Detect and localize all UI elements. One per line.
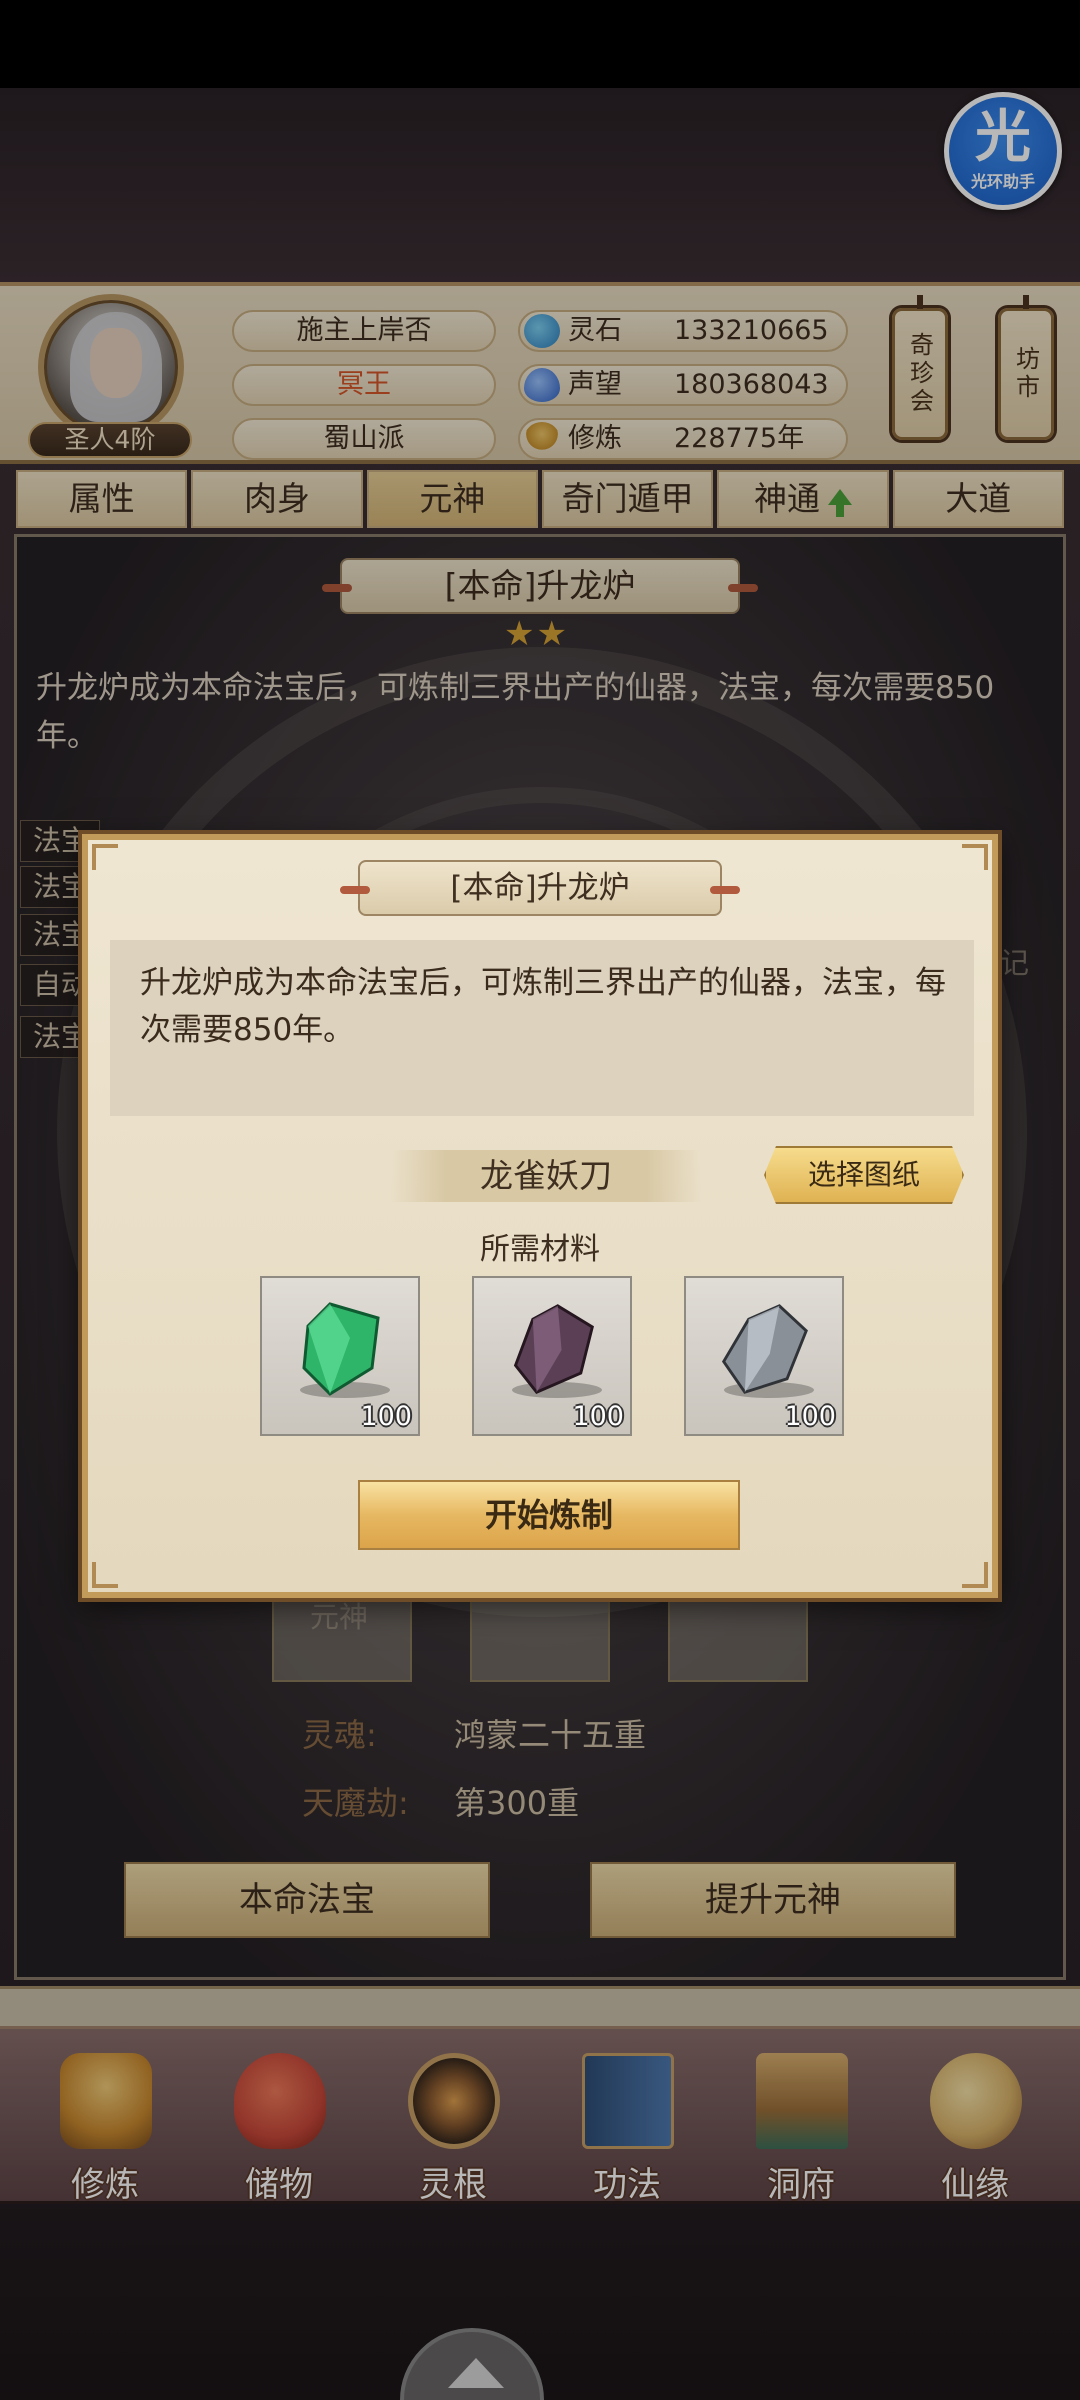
material-slot[interactable]: 100 <box>684 1276 844 1436</box>
green-crystal-icon <box>302 1302 380 1396</box>
purple-crystal-icon <box>513 1304 594 1395</box>
material-count: 100 <box>784 1401 836 1432</box>
start-crafting-button[interactable]: 开始炼制 <box>358 1480 740 1550</box>
material-count: 100 <box>360 1401 412 1432</box>
game-screen: 光 光环助手 圣人4阶 施主上岸否 冥王 蜀山派 灵石 133210665 声望… <box>0 0 1080 2400</box>
select-blueprint-button[interactable]: 选择图纸 <box>764 1146 964 1204</box>
crafting-dialog: [本命]升龙炉 升龙炉成为本命法宝后，可炼制三界出产的仙器，法宝，每次需要850… <box>82 834 998 1598</box>
materials-title: 所需材料 <box>480 1232 600 1267</box>
material-slot[interactable]: 100 <box>472 1276 632 1436</box>
dialog-description: 升龙炉成为本命法宝后，可炼制三界出产的仙器，法宝，每次需要850年。 <box>140 965 946 1048</box>
dialog-title: [本命]升龙炉 <box>340 860 740 916</box>
material-slot[interactable]: 100 <box>260 1276 420 1436</box>
selected-blueprint: 龙雀妖刀 <box>390 1150 702 1202</box>
material-count: 100 <box>572 1401 624 1432</box>
silver-crystal-icon <box>721 1304 808 1394</box>
